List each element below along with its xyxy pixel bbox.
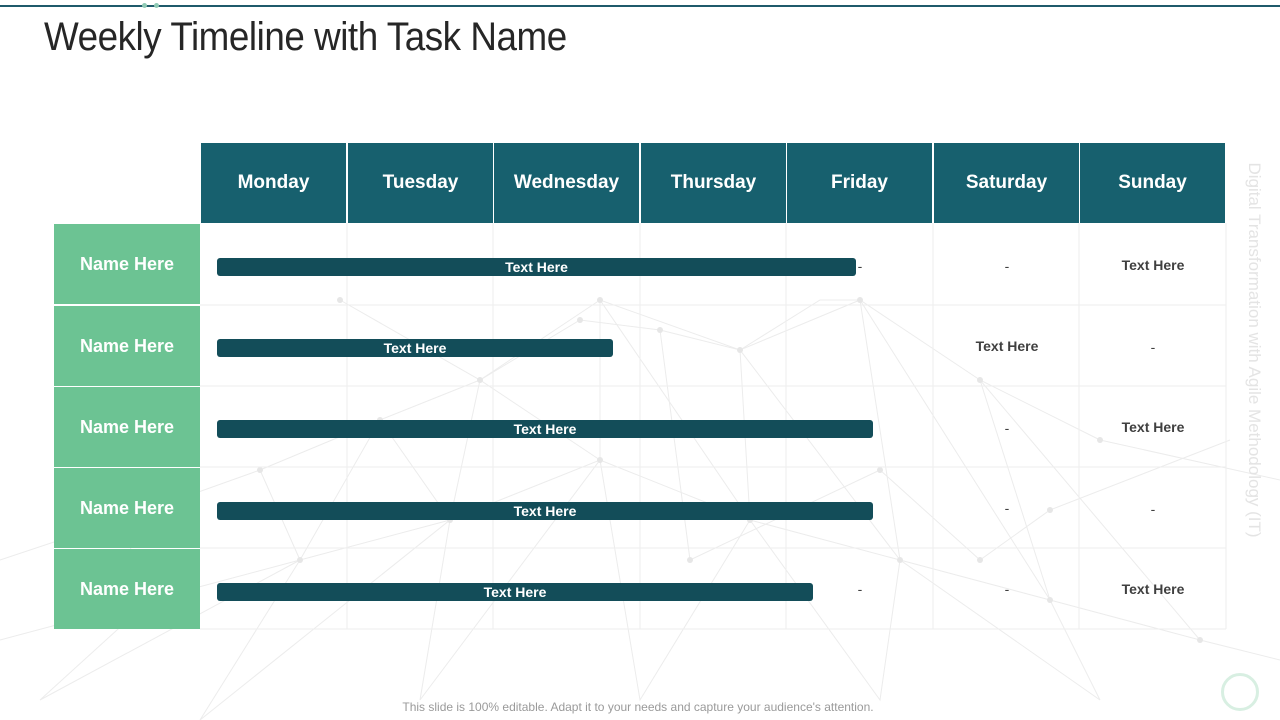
day-header-thursday: Thursday [641, 143, 786, 223]
row-name-cell: Name Here [54, 224, 200, 304]
day-header-monday: Monday [201, 143, 346, 223]
task-bar: Text Here [217, 502, 873, 520]
day-header-sunday: Sunday [1080, 143, 1225, 223]
side-watermark-label: Digital Transformation with Agile Method… [1245, 162, 1264, 538]
saturday-cell: - [1004, 258, 1010, 274]
task-bar: Text Here [217, 339, 613, 357]
row-name-cell: Name Here [54, 306, 200, 386]
task-bar: Text Here [217, 258, 856, 276]
sunday-cell: - [1150, 501, 1156, 517]
day-header-saturday: Saturday [934, 143, 1079, 223]
corner-circle-decoration [1221, 673, 1259, 711]
friday-cell: - [857, 258, 863, 274]
sunday-cell: Text Here [1121, 581, 1185, 597]
task-bar: Text Here [217, 420, 873, 438]
day-header-wednesday: Wednesday [494, 143, 639, 223]
sunday-cell: Text Here [1121, 257, 1185, 273]
row-name-cell: Name Here [54, 549, 200, 629]
friday-cell: - [857, 581, 863, 597]
row-name-cell: Name Here [54, 387, 200, 467]
saturday-cell: Text Here [975, 338, 1039, 354]
saturday-cell: - [1004, 420, 1010, 436]
day-header-tuesday: Tuesday [348, 143, 493, 223]
day-header-friday: Friday [787, 143, 932, 223]
sunday-cell: - [1150, 339, 1156, 355]
sunday-cell: Text Here [1121, 419, 1185, 435]
footer-note: This slide is 100% editable. Adapt it to… [402, 700, 874, 714]
row-name-cell: Name Here [54, 468, 200, 548]
saturday-cell: - [1004, 500, 1010, 516]
task-bar: Text Here [217, 583, 813, 601]
saturday-cell: - [1004, 581, 1010, 597]
